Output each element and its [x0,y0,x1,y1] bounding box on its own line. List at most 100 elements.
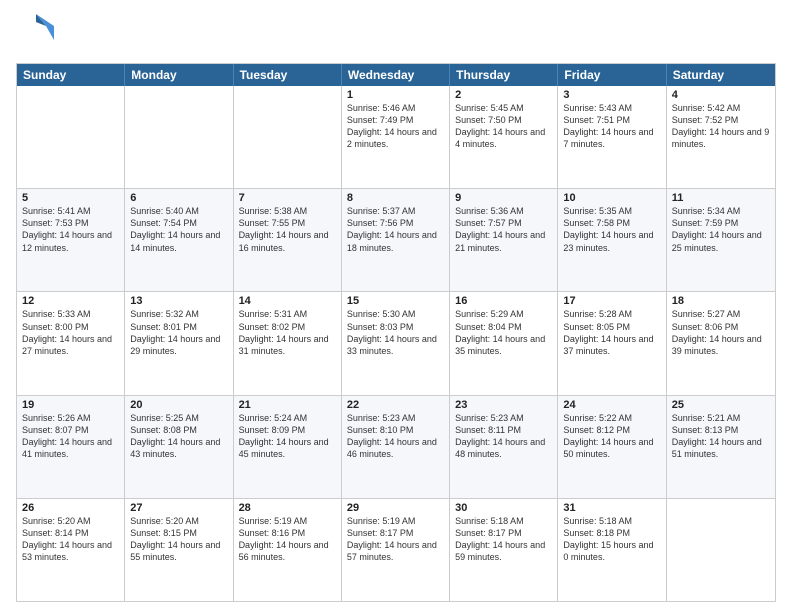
header [16,12,776,55]
day-number: 21 [239,399,336,411]
day-info: Sunrise: 5:20 AM Sunset: 8:15 PM Dayligh… [130,515,227,564]
day-header-saturday: Saturday [667,64,775,86]
day-cell-19: 19Sunrise: 5:26 AM Sunset: 8:07 PM Dayli… [17,396,125,498]
day-info: Sunrise: 5:23 AM Sunset: 8:10 PM Dayligh… [347,412,444,461]
day-cell-23: 23Sunrise: 5:23 AM Sunset: 8:11 PM Dayli… [450,396,558,498]
day-info: Sunrise: 5:20 AM Sunset: 8:14 PM Dayligh… [22,515,119,564]
day-cell-24: 24Sunrise: 5:22 AM Sunset: 8:12 PM Dayli… [558,396,666,498]
day-info: Sunrise: 5:27 AM Sunset: 8:06 PM Dayligh… [672,308,770,357]
day-info: Sunrise: 5:30 AM Sunset: 8:03 PM Dayligh… [347,308,444,357]
day-info: Sunrise: 5:36 AM Sunset: 7:57 PM Dayligh… [455,205,552,254]
day-number: 26 [22,502,119,514]
day-header-tuesday: Tuesday [234,64,342,86]
logo-icon [16,12,56,50]
day-cell-6: 6Sunrise: 5:40 AM Sunset: 7:54 PM Daylig… [125,189,233,291]
day-header-wednesday: Wednesday [342,64,450,86]
day-info: Sunrise: 5:46 AM Sunset: 7:49 PM Dayligh… [347,102,444,151]
day-cell-empty [17,86,125,188]
day-info: Sunrise: 5:45 AM Sunset: 7:50 PM Dayligh… [455,102,552,151]
day-cell-21: 21Sunrise: 5:24 AM Sunset: 8:09 PM Dayli… [234,396,342,498]
day-info: Sunrise: 5:18 AM Sunset: 8:18 PM Dayligh… [563,515,660,564]
day-cell-14: 14Sunrise: 5:31 AM Sunset: 8:02 PM Dayli… [234,292,342,394]
day-number: 20 [130,399,227,411]
day-number: 7 [239,192,336,204]
day-cell-1: 1Sunrise: 5:46 AM Sunset: 7:49 PM Daylig… [342,86,450,188]
day-cell-17: 17Sunrise: 5:28 AM Sunset: 8:05 PM Dayli… [558,292,666,394]
day-number: 22 [347,399,444,411]
day-cell-22: 22Sunrise: 5:23 AM Sunset: 8:10 PM Dayli… [342,396,450,498]
day-cell-20: 20Sunrise: 5:25 AM Sunset: 8:08 PM Dayli… [125,396,233,498]
day-number: 17 [563,295,660,307]
day-info: Sunrise: 5:29 AM Sunset: 8:04 PM Dayligh… [455,308,552,357]
day-header-thursday: Thursday [450,64,558,86]
day-cell-11: 11Sunrise: 5:34 AM Sunset: 7:59 PM Dayli… [667,189,775,291]
day-number: 12 [22,295,119,307]
day-number: 23 [455,399,552,411]
day-cell-2: 2Sunrise: 5:45 AM Sunset: 7:50 PM Daylig… [450,86,558,188]
day-cell-5: 5Sunrise: 5:41 AM Sunset: 7:53 PM Daylig… [17,189,125,291]
page: SundayMondayTuesdayWednesdayThursdayFrid… [0,0,792,612]
calendar-week-4: 19Sunrise: 5:26 AM Sunset: 8:07 PM Dayli… [17,396,775,499]
day-number: 29 [347,502,444,514]
day-number: 24 [563,399,660,411]
day-number: 27 [130,502,227,514]
day-info: Sunrise: 5:41 AM Sunset: 7:53 PM Dayligh… [22,205,119,254]
day-cell-29: 29Sunrise: 5:19 AM Sunset: 8:17 PM Dayli… [342,499,450,601]
day-cell-empty [125,86,233,188]
day-cell-27: 27Sunrise: 5:20 AM Sunset: 8:15 PM Dayli… [125,499,233,601]
day-info: Sunrise: 5:33 AM Sunset: 8:00 PM Dayligh… [22,308,119,357]
day-info: Sunrise: 5:35 AM Sunset: 7:58 PM Dayligh… [563,205,660,254]
day-cell-empty [234,86,342,188]
day-info: Sunrise: 5:42 AM Sunset: 7:52 PM Dayligh… [672,102,770,151]
day-header-monday: Monday [125,64,233,86]
day-info: Sunrise: 5:38 AM Sunset: 7:55 PM Dayligh… [239,205,336,254]
day-number: 14 [239,295,336,307]
day-number: 2 [455,89,552,101]
day-number: 11 [672,192,770,204]
day-info: Sunrise: 5:25 AM Sunset: 8:08 PM Dayligh… [130,412,227,461]
day-info: Sunrise: 5:19 AM Sunset: 8:17 PM Dayligh… [347,515,444,564]
day-number: 19 [22,399,119,411]
day-number: 9 [455,192,552,204]
day-cell-26: 26Sunrise: 5:20 AM Sunset: 8:14 PM Dayli… [17,499,125,601]
day-number: 30 [455,502,552,514]
day-header-friday: Friday [558,64,666,86]
day-info: Sunrise: 5:23 AM Sunset: 8:11 PM Dayligh… [455,412,552,461]
day-number: 5 [22,192,119,204]
day-cell-13: 13Sunrise: 5:32 AM Sunset: 8:01 PM Dayli… [125,292,233,394]
day-cell-18: 18Sunrise: 5:27 AM Sunset: 8:06 PM Dayli… [667,292,775,394]
day-cell-7: 7Sunrise: 5:38 AM Sunset: 7:55 PM Daylig… [234,189,342,291]
day-cell-empty [667,499,775,601]
calendar-header: SundayMondayTuesdayWednesdayThursdayFrid… [17,64,775,86]
day-header-sunday: Sunday [17,64,125,86]
calendar-week-1: 1Sunrise: 5:46 AM Sunset: 7:49 PM Daylig… [17,86,775,189]
day-cell-30: 30Sunrise: 5:18 AM Sunset: 8:17 PM Dayli… [450,499,558,601]
day-cell-15: 15Sunrise: 5:30 AM Sunset: 8:03 PM Dayli… [342,292,450,394]
day-number: 6 [130,192,227,204]
day-number: 10 [563,192,660,204]
day-cell-3: 3Sunrise: 5:43 AM Sunset: 7:51 PM Daylig… [558,86,666,188]
day-cell-31: 31Sunrise: 5:18 AM Sunset: 8:18 PM Dayli… [558,499,666,601]
day-number: 4 [672,89,770,101]
day-info: Sunrise: 5:40 AM Sunset: 7:54 PM Dayligh… [130,205,227,254]
day-cell-28: 28Sunrise: 5:19 AM Sunset: 8:16 PM Dayli… [234,499,342,601]
day-info: Sunrise: 5:26 AM Sunset: 8:07 PM Dayligh… [22,412,119,461]
day-cell-9: 9Sunrise: 5:36 AM Sunset: 7:57 PM Daylig… [450,189,558,291]
day-info: Sunrise: 5:32 AM Sunset: 8:01 PM Dayligh… [130,308,227,357]
day-number: 25 [672,399,770,411]
day-info: Sunrise: 5:34 AM Sunset: 7:59 PM Dayligh… [672,205,770,254]
calendar: SundayMondayTuesdayWednesdayThursdayFrid… [16,63,776,602]
calendar-body: 1Sunrise: 5:46 AM Sunset: 7:49 PM Daylig… [17,86,775,601]
calendar-week-3: 12Sunrise: 5:33 AM Sunset: 8:00 PM Dayli… [17,292,775,395]
day-number: 3 [563,89,660,101]
day-info: Sunrise: 5:22 AM Sunset: 8:12 PM Dayligh… [563,412,660,461]
day-number: 13 [130,295,227,307]
day-number: 28 [239,502,336,514]
day-number: 1 [347,89,444,101]
logo [16,12,58,55]
day-info: Sunrise: 5:31 AM Sunset: 8:02 PM Dayligh… [239,308,336,357]
day-number: 8 [347,192,444,204]
day-number: 18 [672,295,770,307]
day-number: 16 [455,295,552,307]
day-cell-12: 12Sunrise: 5:33 AM Sunset: 8:00 PM Dayli… [17,292,125,394]
